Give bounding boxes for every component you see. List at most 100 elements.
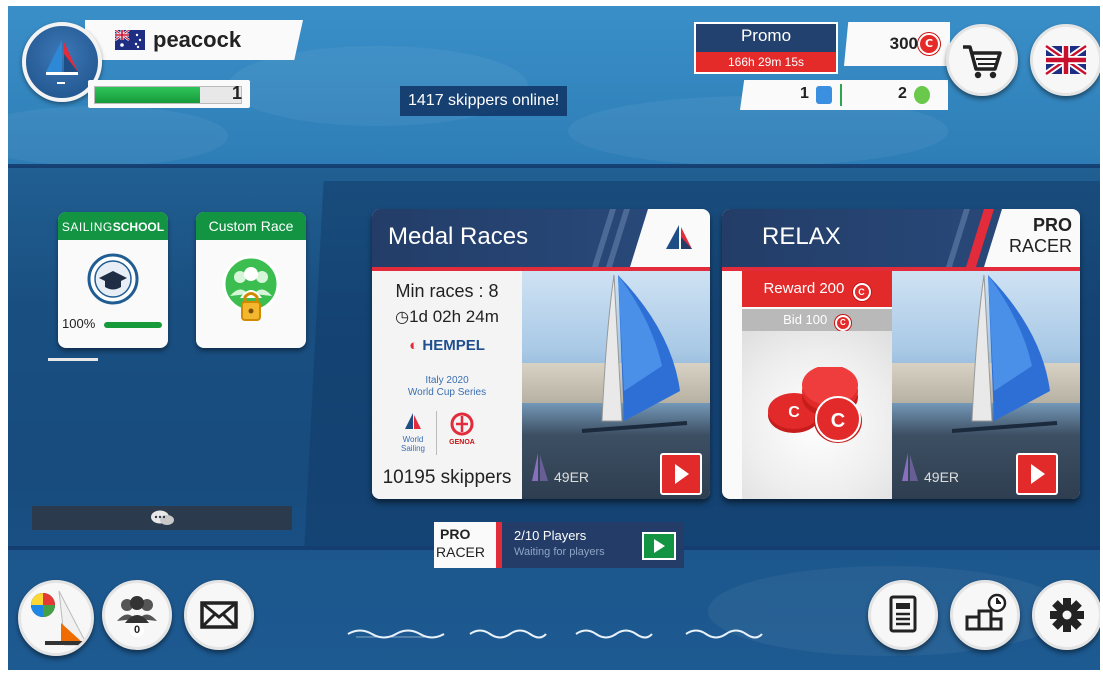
svg-text:C: C bbox=[831, 410, 845, 432]
coin-stack-icon: C C bbox=[768, 367, 862, 443]
page-dot-2[interactable] bbox=[468, 624, 548, 639]
game-screen: peacock 1 1417 skippers online! Promo 16… bbox=[8, 6, 1100, 670]
pro-logo-top: PRO bbox=[440, 526, 471, 542]
leaderboard-button[interactable] bbox=[950, 580, 1020, 650]
custom-race-title: Custom Race bbox=[196, 212, 306, 240]
settings-button[interactable] bbox=[1032, 580, 1100, 650]
pro-logo-bottom: RACER bbox=[436, 544, 486, 560]
world-sailing-line1: World bbox=[402, 435, 424, 444]
sail-logo-icon bbox=[666, 225, 692, 249]
medal-races-header: Medal Races bbox=[372, 209, 710, 267]
friends-button[interactable]: 0 bbox=[102, 580, 172, 650]
profile-name-bar[interactable]: peacock bbox=[85, 20, 303, 60]
sailing-school-header: SAILINGSCHOOL bbox=[58, 212, 168, 240]
player-username: peacock bbox=[153, 27, 242, 52]
sailing-school-card[interactable]: SAILINGSCHOOL 100% bbox=[58, 212, 168, 348]
blue-item-icon bbox=[816, 86, 832, 104]
world-sailing-icon bbox=[405, 413, 421, 429]
race-timer: ◷1d 02h 24m bbox=[372, 307, 522, 327]
graduation-cap-icon bbox=[87, 253, 139, 305]
sailing-school-title-part2: SCHOOL bbox=[112, 220, 165, 234]
news-button[interactable] bbox=[868, 580, 938, 650]
coin-icon: C bbox=[834, 315, 851, 331]
wave-page-icon bbox=[469, 629, 547, 639]
players-count: 2/10 Players bbox=[514, 528, 587, 543]
svg-text:C: C bbox=[788, 404, 800, 421]
medal-race-info: Min races : 8 ◷1d 02h 24m ◐ HEMPEL Italy… bbox=[372, 271, 522, 499]
relax-race-card[interactable]: RELAX PRO RACER Reward 200 C Bid 100 C C… bbox=[722, 209, 1080, 499]
boat-class-label: 49ER bbox=[924, 469, 960, 485]
page-dot-4[interactable] bbox=[684, 624, 764, 639]
min-races-text: Min races : 8 bbox=[395, 281, 499, 301]
bid-banner: Bid 100 C bbox=[742, 309, 892, 331]
promo-button[interactable]: Promo 166h 29m 15s bbox=[694, 22, 838, 74]
sponsor-logo: ◐ HEMPEL bbox=[372, 337, 522, 354]
wave-page-icon bbox=[347, 629, 445, 639]
world-sailing-line2: Sailing bbox=[400, 444, 425, 453]
podium-clock-icon bbox=[965, 593, 1007, 631]
chat-bubbles-icon bbox=[151, 510, 174, 525]
genoa-label: GENOA bbox=[449, 439, 475, 446]
sailing-school-progress-bar bbox=[104, 322, 162, 328]
relax-title: RELAX bbox=[762, 223, 841, 250]
sailing-school-progress-text: 100% bbox=[62, 316, 96, 331]
boat-image: 49ER bbox=[892, 271, 1080, 499]
boat-image: 49ER bbox=[522, 271, 710, 499]
promo-timer: 166h 29m 15s bbox=[696, 52, 836, 72]
page-dot-3[interactable] bbox=[574, 624, 654, 639]
shop-button[interactable] bbox=[946, 24, 1018, 96]
group-lock-icon bbox=[222, 255, 280, 321]
sponsor-name: HEMPEL bbox=[422, 337, 485, 354]
genoa-logo: GENOA bbox=[444, 411, 480, 446]
series-line2: World Cup Series bbox=[407, 387, 487, 398]
online-skippers-count: 1417 skippers online! bbox=[400, 86, 568, 116]
sailing-school-title-part1: SAILING bbox=[61, 220, 113, 234]
sponsor-icon: ◐ bbox=[409, 337, 419, 354]
play-icon bbox=[654, 539, 665, 553]
boat-customize-button[interactable] bbox=[18, 580, 94, 656]
sailboat-icon bbox=[951, 274, 1058, 433]
coin-balance-value: 300 bbox=[889, 34, 918, 53]
language-button[interactable] bbox=[1030, 24, 1100, 96]
genoa-emblem-icon bbox=[450, 412, 474, 436]
newspaper-icon bbox=[889, 595, 917, 633]
skippers-count: 10195 skippers bbox=[382, 467, 512, 488]
reward-text: Reward 200 bbox=[763, 280, 845, 297]
gear-icon bbox=[1050, 598, 1084, 632]
color-wheel-boat-icon bbox=[31, 590, 89, 646]
sailboat-icon bbox=[581, 274, 688, 433]
envelope-icon bbox=[200, 601, 238, 629]
coin-balance[interactable]: 300 C bbox=[844, 22, 950, 66]
class-sail-icon bbox=[902, 453, 918, 481]
medal-race-play-button[interactable] bbox=[660, 453, 702, 495]
friends-count: 0 bbox=[130, 623, 144, 637]
wave-page-icon bbox=[575, 629, 653, 639]
custom-race-card[interactable]: Custom Race bbox=[196, 212, 306, 348]
pro-racer-lobby-strip[interactable]: PRO RACER 2/10 Players Waiting for playe… bbox=[434, 522, 684, 568]
xp-bar: 1 bbox=[88, 80, 250, 108]
blue-item-count: 1 bbox=[800, 85, 809, 102]
medal-races-title: Medal Races bbox=[388, 223, 529, 250]
pro-racer-logo: PRO RACER bbox=[434, 522, 496, 568]
resource-counters: 1 2 bbox=[740, 80, 948, 110]
page-dot-1[interactable] bbox=[346, 624, 446, 639]
race-timer-value: 1d 02h 24m bbox=[409, 307, 499, 326]
resource-divider bbox=[840, 84, 842, 106]
promo-title: Promo bbox=[740, 26, 792, 45]
messages-button[interactable] bbox=[184, 580, 254, 650]
medal-races-card[interactable]: Medal Races Min races : 8 ◷1d 02h 24m ◐ … bbox=[372, 209, 710, 499]
pro-racer-badge: PRO RACER bbox=[1008, 215, 1072, 257]
reward-banner: Reward 200 C bbox=[742, 271, 892, 307]
australia-flag-icon bbox=[114, 29, 145, 50]
page-indicator-line bbox=[48, 358, 98, 361]
chat-bar[interactable] bbox=[32, 506, 292, 530]
wave-page-icon bbox=[685, 629, 763, 639]
logo-divider bbox=[436, 411, 437, 455]
join-lobby-button[interactable] bbox=[642, 532, 676, 560]
coin-icon: C bbox=[852, 283, 871, 301]
friends-icon bbox=[117, 596, 157, 623]
lobby-status: Waiting for players bbox=[514, 546, 605, 558]
relax-race-play-button[interactable] bbox=[1016, 453, 1058, 495]
class-sail-icon bbox=[532, 453, 548, 481]
clock-icon: ◷ bbox=[395, 309, 410, 326]
